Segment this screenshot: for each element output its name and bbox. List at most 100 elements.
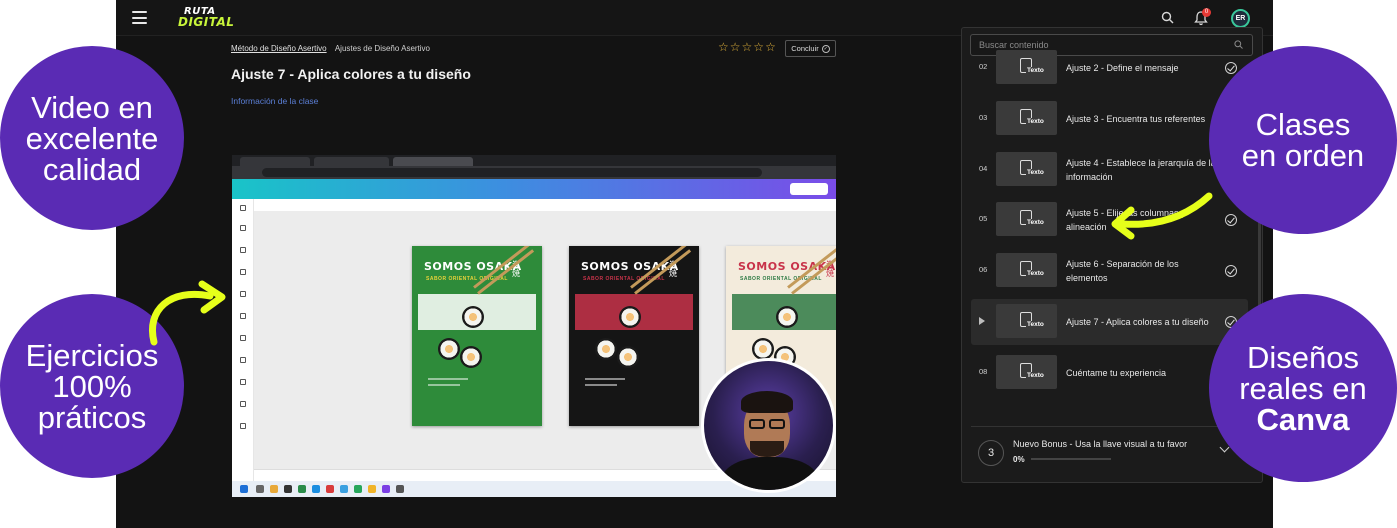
sushi-image	[776, 306, 798, 328]
lesson-item[interactable]: 02 Texto Ajuste 2 - Define el mensaje	[971, 45, 1248, 91]
lesson-number: 03	[979, 112, 988, 122]
promo-line: Ejercicios	[25, 337, 159, 373]
presenter-body	[722, 457, 818, 490]
lesson-item[interactable]: 06 Texto Ajuste 6 - Separación de los elem…	[971, 248, 1248, 294]
promo-line: 100%	[52, 368, 132, 404]
star-icon[interactable]: ☆	[753, 40, 765, 54]
promo-line: en orden	[1241, 138, 1365, 173]
browser-tab-strip	[232, 155, 836, 166]
promo-video-quality: Video en excelente calidad	[0, 46, 184, 230]
glasses-icon	[749, 419, 765, 429]
hamburger-menu-icon[interactable]	[132, 11, 147, 24]
breadcrumb: Método de Diseño Asertivo Ajustes de Dis…	[231, 44, 430, 53]
lesson-item[interactable]: Texto Ajuste 7 - Aplica colores a tu dise…	[971, 299, 1248, 345]
canva-sidebar	[232, 199, 254, 487]
browser-address-bar	[232, 166, 836, 179]
section-number: 3	[978, 440, 1004, 466]
lesson-item[interactable]: 08 Texto Cuéntame tu experiencia	[971, 350, 1248, 396]
canva-side-item	[235, 401, 251, 415]
canva-side-item	[235, 269, 251, 283]
lesson-thumbnail: Texto	[996, 304, 1057, 338]
browser-tab	[393, 157, 473, 166]
check-circle-icon[interactable]	[1225, 214, 1237, 227]
sushi-image	[462, 306, 484, 328]
presenter-webcam	[701, 358, 836, 493]
check-circle-icon[interactable]	[1225, 265, 1237, 278]
promo-line: Clases	[1255, 107, 1351, 142]
thumbnail-label: Texto	[1026, 270, 1045, 278]
lesson-title: Cuéntame tu experiencia	[1066, 367, 1167, 378]
canva-share-button	[790, 183, 828, 195]
taskbar-app-icon	[312, 485, 320, 493]
poster-text-line	[585, 378, 625, 380]
sushi-image	[752, 338, 774, 360]
promo-ordered-classes: Clases en orden	[1209, 46, 1397, 234]
lesson-title: Ajuste 7 - Aplica colores a tu diseño	[1066, 317, 1209, 327]
concluir-button[interactable]: Concluir ✓	[785, 40, 836, 57]
canva-side-item	[235, 225, 251, 239]
lesson-thumbnail: Texto	[996, 354, 1057, 389]
star-icon[interactable]: ☆	[718, 40, 730, 54]
browser-tab	[240, 157, 310, 166]
canva-side-item	[235, 291, 251, 305]
taskbar-app-icon	[382, 485, 390, 493]
canva-side-item	[235, 313, 251, 327]
lesson-item[interactable]: 05 Texto Ajuste 5 - Elije las columnas y a…	[971, 197, 1248, 243]
breadcrumb-course-link[interactable]: Método de Diseño Asertivo	[231, 44, 327, 53]
lesson-item[interactable]: 04 Texto Ajuste 4 - Establece la jerarquía…	[971, 147, 1248, 193]
search-icon[interactable]	[1161, 11, 1174, 24]
promo-line: calidad	[42, 151, 142, 187]
sushi-image	[617, 346, 639, 368]
sushi-image	[460, 346, 482, 368]
taskbar-app-icon	[284, 485, 292, 493]
lesson-title: Ajuste 4 - Establece la jerarquía de la …	[1066, 157, 1216, 182]
promo-line: excelente	[25, 120, 159, 156]
taskbar-app-icon	[354, 485, 362, 493]
lesson-number: 02	[979, 62, 988, 71]
star-icon[interactable]: ☆	[742, 40, 754, 54]
star-icon[interactable]: ☆	[765, 40, 777, 54]
lesson-thumbnail: Texto	[996, 50, 1057, 84]
breadcrumb-section: Ajustes de Diseño Asertivo	[334, 44, 431, 53]
promo-exercises: Ejercicios 100% práticos	[0, 294, 184, 478]
lesson-number: 08	[979, 366, 988, 376]
bonus-title: Nuevo Bonus - Usa la llave visual a tu f…	[1013, 439, 1188, 449]
class-info-link[interactable]: Información de la clase	[231, 96, 318, 106]
promo-line: reales en	[1239, 370, 1367, 406]
rating-stars: ☆☆☆☆☆	[718, 40, 777, 54]
avatar[interactable]: ER	[1231, 9, 1250, 28]
lesson-item[interactable]: 03 Texto Ajuste 3 - Encuentra tus referent…	[971, 96, 1248, 142]
taskbar-app-icon	[256, 485, 264, 493]
concluir-label: Concluir	[791, 44, 819, 53]
lesson-number: 05	[979, 214, 988, 224]
notification-badge: 0	[1202, 8, 1211, 17]
check-circle-icon[interactable]	[1225, 62, 1237, 74]
sushi-image	[438, 338, 460, 360]
check-circle-icon: ✓	[821, 44, 830, 53]
poster-design-green: SOMOS OSAKA SABOR ORIENTAL ORIGINAL 炭焼	[412, 246, 542, 426]
logo[interactable]: RUTA DIGITAL	[178, 6, 234, 32]
thumbnail-label: Texto	[1026, 168, 1045, 176]
taskbar-app-icon	[396, 485, 404, 493]
lesson-thumbnail: Texto	[996, 151, 1057, 186]
lesson-title: Ajuste 5 - Elije las columnas y alineaci…	[1066, 208, 1186, 233]
star-icon[interactable]: ☆	[730, 40, 742, 54]
thumbnail-label: Texto	[1026, 321, 1045, 328]
promo-real-designs: Diseños reales en Canva	[1209, 294, 1397, 482]
presenter-hair	[741, 391, 793, 413]
canva-side-item	[235, 205, 251, 219]
bonus-progress-text: 0%	[1013, 455, 1025, 464]
poster-text-line	[428, 378, 468, 380]
canva-side-item	[235, 423, 251, 437]
lesson-thumbnail: Texto	[996, 202, 1057, 237]
canva-toolbar	[232, 179, 836, 199]
url-box	[262, 168, 762, 177]
taskbar-app-icon	[340, 485, 348, 493]
bonus-section[interactable]: 3 Nuevo Bonus - Usa la llave visual a tu…	[971, 431, 1251, 477]
thumbnail-label: Texto	[1026, 371, 1045, 379]
thumbnail-label: Texto	[1026, 117, 1045, 125]
lesson-thumbnail: Texto	[996, 253, 1057, 288]
canva-side-item	[235, 335, 251, 349]
taskbar-app-icon	[298, 485, 306, 493]
lesson-title: Ajuste 2 - Define el mensaje	[1066, 63, 1179, 73]
